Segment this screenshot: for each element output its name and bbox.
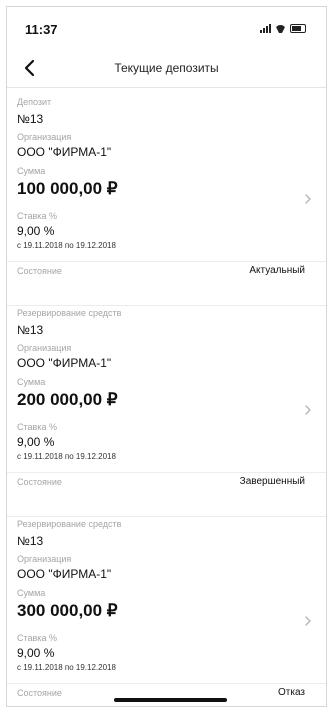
organization-label: Организация — [17, 343, 72, 353]
organization-label: Организация — [17, 132, 72, 142]
battery-icon — [290, 24, 306, 33]
rate-label: Ставка % — [17, 422, 57, 432]
rate-label: Ставка % — [17, 633, 57, 643]
deposit-type: Резервирование средств — [17, 308, 122, 318]
deposit-type: Резервирование средств — [17, 519, 122, 529]
rate-value: 9,00 % — [17, 435, 55, 449]
amount-label: Сумма — [17, 377, 46, 387]
rate-label: Ставка % — [17, 211, 57, 221]
home-indicator[interactable] — [114, 698, 227, 702]
state-label: Состояние — [17, 477, 62, 487]
state-value: Завершенный — [239, 476, 305, 487]
state-label: Состояние — [17, 688, 62, 698]
state-row: Состояние Завершенный — [7, 472, 326, 493]
signal-icon — [260, 24, 271, 33]
deposit-card[interactable]: Резервирование средств №13 Организация О… — [7, 517, 326, 706]
organization-label: Организация — [17, 554, 72, 564]
wifi-icon — [275, 25, 286, 33]
status-bar: 11:37 — [7, 7, 326, 47]
phone-screen: 11:37 Текущие депозиты Депозит №13 Орган… — [6, 6, 327, 707]
state-value: Актуальный — [249, 265, 305, 276]
state-row: Состояние Актуальный — [7, 261, 326, 282]
state-label: Состояние — [17, 266, 62, 276]
state-value: Отказ — [278, 687, 305, 698]
deposit-period: с 19.11.2018 по 19.12.2018 — [17, 663, 116, 672]
deposit-number: №13 — [17, 323, 44, 337]
deposit-type: Депозит — [17, 97, 52, 107]
navigation-bar: Текущие депозиты — [7, 51, 326, 88]
chevron-right-icon[interactable] — [304, 615, 312, 627]
deposit-period: с 19.11.2018 по 19.12.2018 — [17, 452, 116, 461]
chevron-right-icon[interactable] — [304, 404, 312, 416]
deposit-number: №13 — [17, 112, 44, 126]
organization-value: ООО "ФИРМА-1" — [17, 356, 112, 370]
amount-value: 200 000,00 ₽ — [17, 390, 118, 409]
deposit-number: №13 — [17, 534, 44, 548]
deposit-card[interactable]: Резервирование средств №13 Организация О… — [7, 306, 326, 517]
amount-value: 100 000,00 ₽ — [17, 179, 118, 198]
rate-value: 9,00 % — [17, 224, 55, 238]
deposit-period: с 19.11.2018 по 19.12.2018 — [17, 241, 116, 250]
amount-value: 300 000,00 ₽ — [17, 601, 118, 620]
status-time: 11:37 — [25, 22, 58, 37]
amount-label: Сумма — [17, 166, 46, 176]
page-title: Текущие депозиты — [114, 61, 219, 75]
chevron-right-icon[interactable] — [304, 193, 312, 205]
amount-label: Сумма — [17, 588, 46, 598]
organization-value: ООО "ФИРМА-1" — [17, 567, 112, 581]
rate-value: 9,00 % — [17, 646, 55, 660]
deposit-card[interactable]: Депозит №13 Организация ООО "ФИРМА-1" Су… — [7, 95, 326, 306]
organization-value: ООО "ФИРМА-1" — [17, 145, 112, 159]
deposit-list: Депозит №13 Организация ООО "ФИРМА-1" Су… — [7, 95, 326, 706]
system-icons — [260, 24, 306, 33]
